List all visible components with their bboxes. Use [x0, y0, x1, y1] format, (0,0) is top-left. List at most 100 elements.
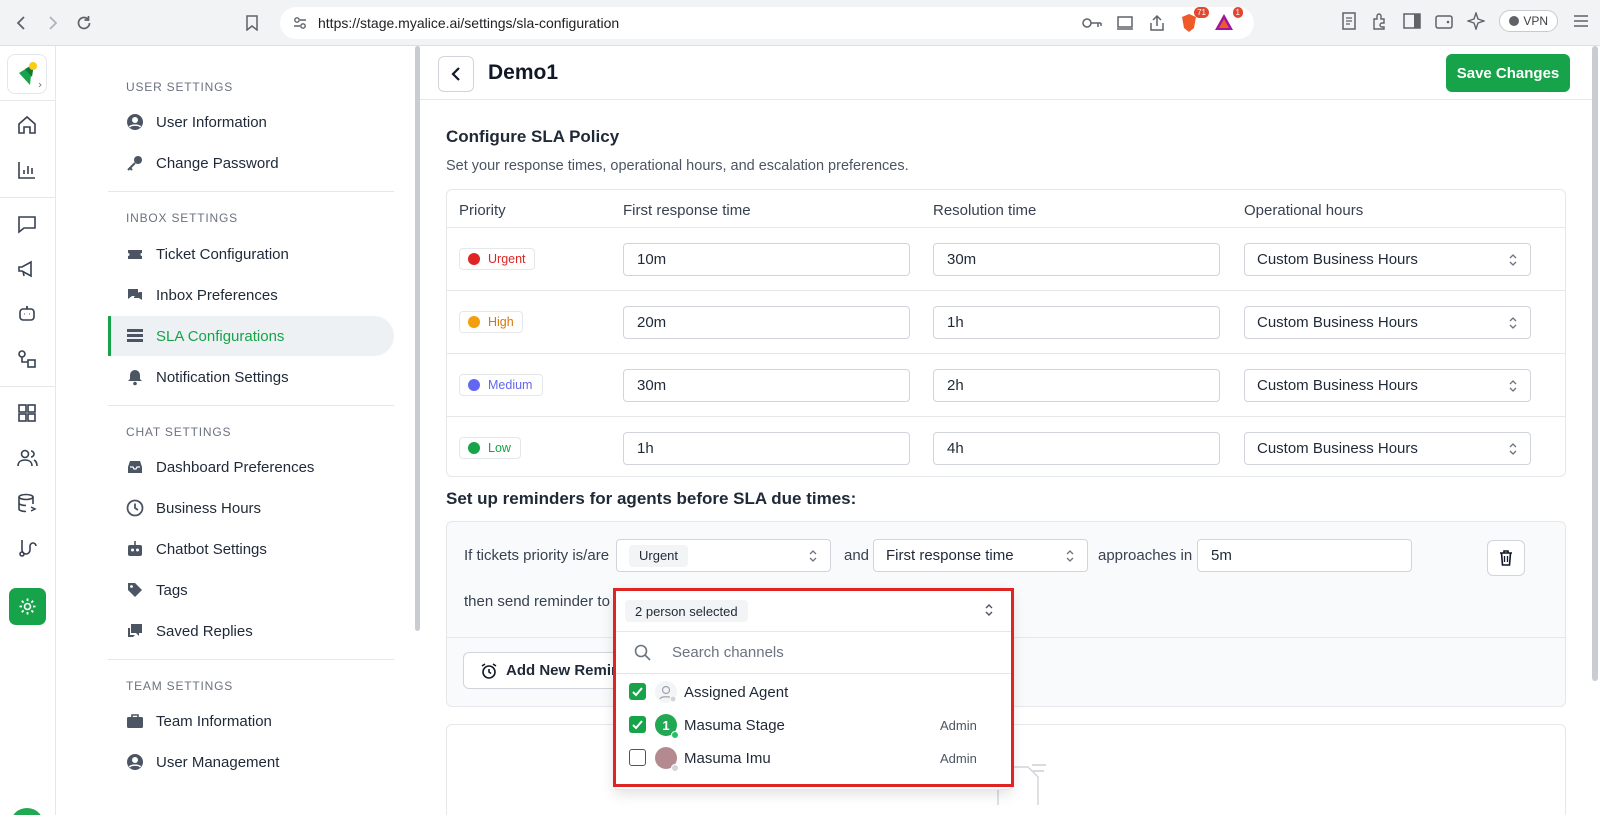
section-user-settings: USER SETTINGS — [126, 80, 234, 94]
avatar — [655, 681, 677, 703]
approaches-label: approaches in — [1098, 547, 1193, 564]
chat-bubbles-icon — [128, 289, 142, 300]
search-icon — [634, 644, 651, 661]
leo-ai-icon[interactable] — [1467, 12, 1486, 30]
inbox-chat-icon[interactable] — [16, 213, 38, 235]
customers-icon[interactable] — [16, 447, 38, 469]
clock-icon — [126, 499, 144, 517]
channel-search-input[interactable]: Search channels — [615, 632, 1011, 674]
priority-dot — [468, 316, 480, 328]
page-title: Demo1 — [488, 61, 559, 84]
list-item[interactable]: Masuma Imu Admin — [615, 742, 1011, 775]
sidebar-item-sla-configurations[interactable]: SLA Configurations — [108, 316, 394, 356]
sidebar-item-notification-settings[interactable]: Notification Settings — [108, 357, 394, 397]
menu-icon[interactable] — [1572, 13, 1590, 29]
page-scrollbar[interactable] — [1592, 46, 1598, 681]
checkbox-unchecked[interactable] — [629, 749, 646, 766]
select-chevron-icon — [1509, 254, 1517, 266]
policy-title: Configure SLA Policy — [446, 127, 620, 146]
user-avatar[interactable]: 1 — [10, 808, 44, 815]
selected-count-tag: 2 person selected — [625, 600, 748, 622]
settings-nav-button[interactable] — [9, 588, 46, 625]
bookmark-icon[interactable] — [240, 11, 264, 35]
sla-policy-table: Priority First response time Resolution … — [446, 189, 1566, 477]
back-arrow-icon[interactable] — [10, 11, 34, 35]
approaches-time-input[interactable]: 5m — [1197, 539, 1412, 572]
forward-arrow-icon[interactable] — [40, 11, 64, 35]
bell-icon — [128, 370, 142, 386]
reader-icon[interactable] — [1341, 12, 1357, 30]
chevron-left-icon — [451, 67, 460, 81]
chatbot-icon[interactable] — [16, 303, 38, 325]
resolution-input[interactable]: 1h — [933, 306, 1220, 339]
list-item[interactable]: Assigned Agent — [615, 676, 1011, 709]
share-icon[interactable] — [1148, 14, 1166, 32]
checkbox-checked[interactable] — [629, 716, 646, 733]
database-icon[interactable] — [16, 492, 38, 514]
operational-hours-select[interactable]: Custom Business Hours — [1244, 243, 1531, 276]
analytics-icon[interactable] — [16, 159, 38, 181]
back-button[interactable] — [438, 56, 474, 92]
reminder-metric-select[interactable]: First response time — [873, 539, 1088, 572]
operational-hours-select[interactable]: Custom Business Hours — [1244, 306, 1531, 339]
brave-rewards-icon[interactable]: 1 — [1214, 7, 1243, 33]
integrations-icon[interactable] — [16, 348, 38, 370]
delete-reminder-button[interactable] — [1487, 540, 1525, 576]
sidebar-item-team-information[interactable]: Team Information — [108, 701, 394, 741]
column-header-first-response: First response time — [623, 202, 751, 219]
first-response-input[interactable]: 30m — [623, 369, 910, 402]
workspace-logo[interactable] — [7, 54, 47, 94]
address-bar[interactable]: https://stage.myalice.ai/settings/sla-co… — [280, 7, 1254, 39]
reload-icon[interactable] — [72, 11, 96, 35]
inbox-tray-icon — [128, 461, 142, 473]
extensions-icon[interactable] — [1371, 12, 1389, 30]
sidebar-item-business-hours[interactable]: Business Hours — [108, 488, 394, 528]
select-chevron-icon — [1509, 317, 1517, 329]
vpn-button[interactable]: VPN — [1499, 10, 1558, 32]
save-changes-button[interactable]: Save Changes — [1446, 54, 1570, 92]
sidebar-item-chatbot-settings[interactable]: Chatbot Settings — [108, 529, 394, 569]
first-response-input[interactable]: 10m — [623, 243, 910, 276]
select-chevron-icon — [1509, 380, 1517, 392]
settings-sidebar: USER SETTINGS User Information Change Pa… — [56, 46, 420, 815]
sidebar-item-dashboard-preferences[interactable]: Dashboard Preferences — [108, 447, 394, 487]
apps-grid-icon[interactable] — [16, 402, 38, 424]
list-item[interactable]: 1 Masuma Stage Admin — [615, 709, 1011, 742]
sidebar-item-tags[interactable]: Tags — [108, 570, 394, 610]
sidebar-item-ticket-configuration[interactable]: Ticket Configuration — [108, 234, 394, 274]
operational-hours-select[interactable]: Custom Business Hours — [1244, 369, 1531, 402]
priority-badge-medium: Medium — [459, 374, 543, 396]
browser-toolbar: https://stage.myalice.ai/settings/sla-co… — [0, 0, 1600, 46]
saved-reply-icon — [128, 624, 142, 637]
first-response-input[interactable]: 20m — [623, 306, 910, 339]
first-response-input[interactable]: 1h — [623, 432, 910, 465]
sidebar-item-user-management[interactable]: User Management — [108, 742, 394, 782]
site-settings-icon[interactable] — [292, 15, 308, 31]
resolution-input[interactable]: 2h — [933, 369, 1220, 402]
sidebar-item-inbox-preferences[interactable]: Inbox Preferences — [108, 275, 394, 315]
recipient-dropdown: 2 person selected Search channels Assign… — [614, 589, 1012, 790]
sidebar-item-saved-replies[interactable]: Saved Replies — [108, 611, 394, 651]
wallet-icon[interactable] — [1435, 13, 1454, 29]
page-header: Demo1 Save Changes — [420, 46, 1592, 100]
section-team-settings: TEAM SETTINGS — [126, 679, 234, 693]
priority-badge-high: High — [459, 311, 523, 333]
operational-hours-select[interactable]: Custom Business Hours — [1244, 432, 1531, 465]
workflow-icon[interactable] — [16, 537, 38, 559]
resolution-input[interactable]: 30m — [933, 243, 1220, 276]
resolution-input[interactable]: 4h — [933, 432, 1220, 465]
column-header-resolution: Resolution time — [933, 202, 1037, 219]
reminder-priority-select[interactable]: Urgent — [616, 539, 831, 572]
priority-dot — [468, 253, 480, 265]
broadcast-megaphone-icon[interactable] — [16, 258, 38, 280]
brave-shield-icon[interactable]: 71 — [1180, 7, 1209, 33]
recipient-select[interactable]: 2 person selected — [615, 590, 1011, 632]
password-key-icon[interactable] — [1082, 17, 1102, 29]
column-header-priority: Priority — [459, 202, 506, 219]
home-icon[interactable] — [16, 114, 38, 136]
sidebar-item-change-password[interactable]: Change Password — [108, 143, 394, 183]
checkbox-checked[interactable] — [629, 683, 646, 700]
cast-icon[interactable] — [1116, 15, 1134, 31]
sidebar-toggle-icon[interactable] — [1403, 13, 1422, 29]
sidebar-item-user-information[interactable]: User Information — [108, 102, 394, 142]
